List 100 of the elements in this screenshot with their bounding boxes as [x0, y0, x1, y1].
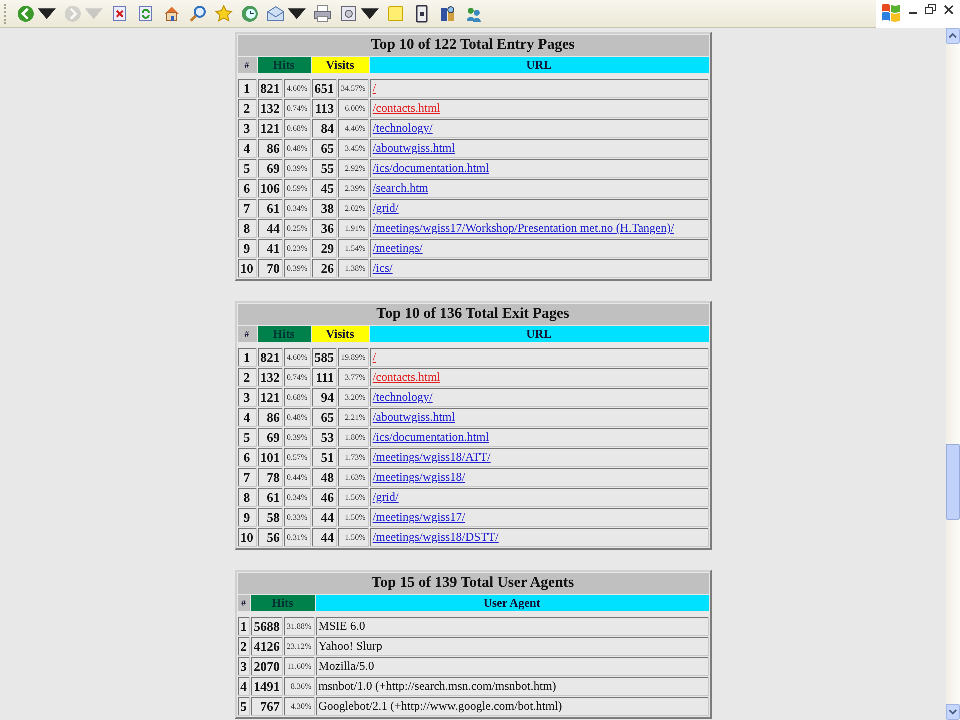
percent-cell: 2.02% [338, 199, 369, 218]
url-link[interactable]: /contacts.html [372, 101, 440, 115]
percent-cell: 1.56% [338, 488, 369, 507]
visits-cell: 111 [312, 368, 338, 387]
percent-cell: 2.21% [338, 408, 369, 427]
rank-cell: 10 [238, 259, 256, 278]
url-link[interactable]: /search.htm [372, 181, 428, 195]
rank-cell: 4 [238, 677, 250, 696]
url-link[interactable]: /contacts.html [372, 370, 440, 384]
rank-cell: 8 [238, 219, 256, 238]
column-header: URL [370, 57, 708, 73]
percent-cell: 0.48% [284, 139, 311, 158]
print-button[interactable] [314, 2, 332, 24]
user-agent-cell: Googlebot/2.1 (+http://www.google.com/bot.html) [316, 697, 708, 716]
user-agent-cell: MSIE 6.0 [316, 617, 708, 636]
percent-cell: 4.30% [284, 697, 315, 716]
column-header: Hits [258, 57, 311, 73]
hits-cell: 5688 [251, 617, 283, 636]
print-icon [314, 4, 332, 22]
visits-cell: 46 [312, 488, 338, 507]
url-link[interactable]: /meetings/ [372, 241, 423, 255]
table-title: Top 10 of 136 Total Exit Pages [238, 304, 708, 325]
percent-cell: 1.50% [338, 528, 369, 547]
column-header: URL [370, 326, 708, 342]
rank-cell: 7 [238, 468, 256, 487]
rank-cell: 7 [238, 199, 256, 218]
visits-cell: 94 [312, 388, 338, 407]
percent-cell: 0.39% [284, 428, 311, 447]
column-header: # [238, 57, 256, 73]
percent-cell: 0.39% [284, 259, 311, 278]
percent-cell: 6.00% [338, 99, 369, 118]
back-icon [17, 4, 35, 22]
url-link[interactable]: /technology/ [372, 121, 433, 135]
restore-button[interactable] [924, 4, 938, 16]
percent-cell: 0.44% [284, 468, 311, 487]
visits-cell: 48 [312, 468, 338, 487]
rank-cell: 5 [238, 428, 256, 447]
rank-cell: 9 [238, 239, 256, 258]
close-button[interactable] [942, 4, 956, 16]
percent-cell: 1.38% [338, 259, 369, 278]
percent-cell: 31.88% [284, 617, 315, 636]
percent-cell: 1.63% [338, 468, 369, 487]
hits-cell: 58 [258, 508, 283, 527]
rank-cell: 2 [238, 99, 256, 118]
hits-cell: 132 [258, 99, 283, 118]
hits-cell: 4126 [251, 637, 283, 656]
percent-cell: 3.20% [338, 388, 369, 407]
percent-cell: 0.57% [284, 448, 311, 467]
percent-cell: 0.68% [284, 388, 311, 407]
hits-cell: 69 [258, 159, 283, 178]
url-link[interactable]: /technology/ [372, 390, 433, 404]
mail-icon [267, 4, 285, 22]
percent-cell: 1.50% [338, 508, 369, 527]
url-link[interactable]: / [372, 81, 376, 95]
percent-cell: 1.73% [338, 448, 369, 467]
percent-cell: 4.60% [284, 79, 311, 98]
rank-cell: 3 [238, 119, 256, 138]
rank-cell: 2 [238, 368, 256, 387]
hits-cell: 86 [258, 408, 283, 427]
url-link[interactable]: /grid/ [372, 490, 399, 504]
url-link[interactable]: /ics/ [372, 261, 393, 275]
hits-cell: 56 [258, 528, 283, 547]
percent-cell: 0.23% [284, 239, 311, 258]
favorites-button[interactable] [215, 2, 233, 24]
stop-icon [111, 4, 129, 22]
user-agent-cell: Yahoo! Slurp [316, 637, 708, 656]
percent-cell: 3.45% [338, 139, 369, 158]
visits-cell: 44 [312, 508, 338, 527]
scroll-up-icon[interactable] [946, 28, 960, 44]
percent-cell: 1.80% [338, 428, 369, 447]
user-agent-cell: Mozilla/5.0 [316, 657, 708, 676]
rank-cell: 1 [238, 79, 256, 98]
url-link[interactable]: /grid/ [372, 201, 399, 215]
refresh-icon [137, 4, 155, 22]
percent-cell: 2.92% [338, 159, 369, 178]
hits-cell: 69 [258, 428, 283, 447]
visits-cell: 51 [312, 448, 338, 467]
minimize-icon [909, 12, 917, 14]
hits-cell: 2070 [251, 657, 283, 676]
column-header: Visits [312, 57, 369, 73]
url-link[interactable]: /aboutwgiss.html [372, 141, 456, 155]
user-agent-cell: msnbot/1.0 (+http://search.msn.com/msnbot.htm) [316, 677, 708, 696]
hits-cell: 86 [258, 139, 283, 158]
percent-cell: 8.36% [284, 677, 315, 696]
visits-cell: 55 [312, 159, 338, 178]
percent-cell: 19.89% [338, 348, 369, 367]
percent-cell: 0.68% [284, 119, 311, 138]
home-icon [163, 4, 181, 22]
percent-cell: 0.25% [284, 219, 311, 238]
hits-cell: 61 [258, 488, 283, 507]
url-link[interactable]: /aboutwgiss.html [372, 410, 456, 424]
visits-cell: 38 [312, 199, 338, 218]
visits-cell: 36 [312, 219, 338, 238]
visits-cell: 585 [312, 348, 338, 367]
url-link[interactable]: / [372, 350, 376, 364]
scrollbar-thumb[interactable] [946, 444, 960, 520]
scroll-down-icon[interactable] [946, 704, 960, 720]
windows-logo-icon [880, 2, 902, 24]
hits-cell: 121 [258, 388, 283, 407]
hits-cell: 70 [258, 259, 283, 278]
